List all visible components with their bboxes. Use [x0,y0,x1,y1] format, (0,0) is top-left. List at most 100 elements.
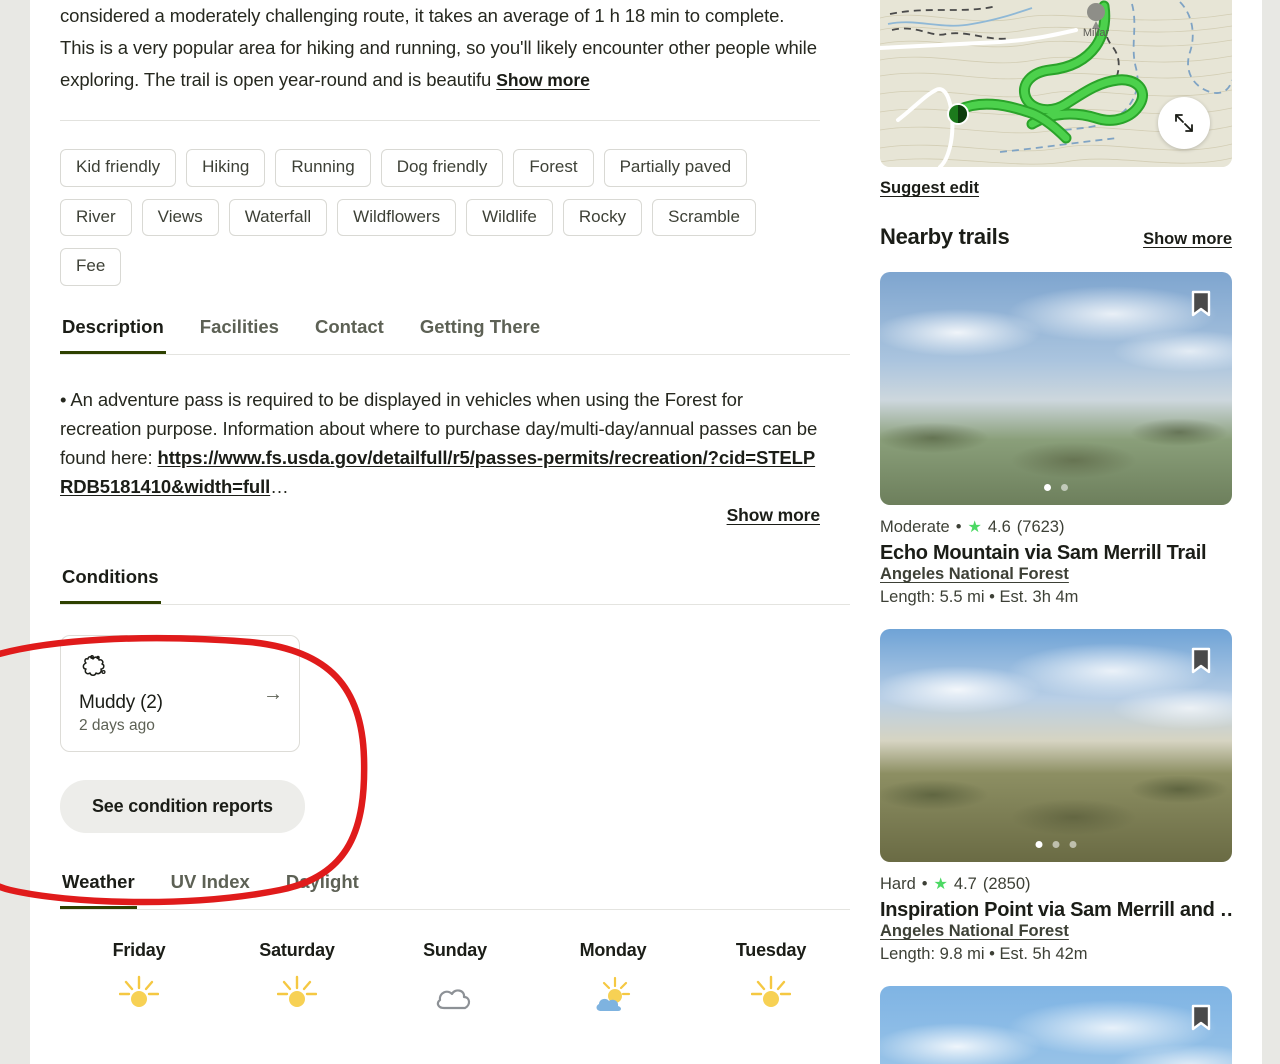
photo-carousel-dots[interactable] [1044,484,1068,491]
description-tab-panel: • An adventure pass is required to be di… [60,385,820,530]
trail-difficulty: Hard [880,875,916,893]
trail-length-time: Length: 5.5 mi • Est. 3h 4m [880,588,1079,606]
partly-cloudy-icon [534,975,692,1015]
trail-map[interactable]: Millar [880,0,1232,167]
weather-day-name: Monday [579,940,647,961]
trail-tag[interactable]: Dog friendly [380,149,504,187]
tab-uv-index[interactable]: UV Index [169,871,252,909]
nearby-trails-title: Nearby trails [880,224,1010,249]
trail-review-count: (2850) [982,875,1031,893]
conditions-tabbar: Conditions [60,566,850,606]
trail-tag[interactable]: Partially paved [603,149,748,187]
expand-arrows-icon[interactable] [1158,97,1210,149]
trail-rating: 4.6 [987,518,1011,536]
weather-day-name: Friday [112,940,166,961]
photo-carousel-dots[interactable] [1035,841,1077,848]
trail-tag[interactable]: Scramble [652,198,756,237]
trail-tag[interactable]: Running [275,149,371,187]
nearby-trail-card[interactable]: Hard • ★ 4.7 (2850) Inspiration Point vi… [880,629,1232,964]
description-footer: Show more [60,501,821,530]
carousel-dot[interactable] [1069,841,1077,848]
weather-day: Sunday [376,940,534,1015]
arrow-right-icon[interactable]: → [263,684,283,704]
weather-forecast-row: Friday Saturday Sunday Monday Tuesday [60,940,850,1015]
see-condition-reports-button[interactable]: See condition reports [60,780,305,834]
trail-tag[interactable]: Hiking [186,149,266,187]
star-icon: ★ [933,875,948,893]
tab-getting-there[interactable]: Getting There [418,316,542,354]
trail-tag[interactable]: Wildlife [466,198,553,237]
cloud-icon [376,975,534,1015]
mud-splatter-icon [79,654,109,680]
tab-facilities[interactable]: Facilities [198,316,281,354]
trail-tag[interactable]: Kid friendly [60,149,177,187]
sun-icon [218,975,376,1015]
description-ellipsis: … [270,476,289,498]
sun-icon [692,975,850,1015]
tab-daylight[interactable]: Daylight [284,871,361,909]
trail-photo[interactable] [880,272,1232,505]
trail-difficulty: Moderate [880,518,950,536]
condition-report-card[interactable]: Muddy (2) 2 days ago → [60,635,300,753]
meta-separator: • [955,518,962,536]
trail-detail-main: considered a moderately challenging rout… [30,0,850,1064]
trail-tag[interactable]: Rocky [562,198,643,237]
bookmark-icon[interactable] [1190,647,1212,675]
weather-day-name: Saturday [259,940,335,961]
section-divider [60,120,820,121]
trail-description-intro: considered a moderately challenging rout… [60,0,820,96]
weather-day: Tuesday [692,940,850,1015]
description-intro-show-more[interactable]: Show more [496,70,590,90]
weather-day: Friday [60,940,218,1015]
suggest-edit-link[interactable]: Suggest edit [880,179,979,198]
trail-park-link[interactable]: Angeles National Forest [880,565,1069,583]
trail-rating: 4.7 [953,875,977,893]
trail-name[interactable]: Inspiration Point via Sam Merrill and … [880,899,1232,922]
nearby-trail-card[interactable] [880,986,1232,1064]
trail-park-link[interactable]: Angeles National Forest [880,922,1069,940]
adventure-pass-link[interactable]: https://www.fs.usda.gov/detailfull/r5/pa… [60,447,815,497]
trail-tag[interactable]: Wildflowers [337,198,457,237]
photo-clouds [880,986,1232,1064]
weather-day: Saturday [218,940,376,1015]
page-root: considered a moderately challenging rout… [0,0,1280,1064]
nearby-trail-card[interactable]: Moderate • ★ 4.6 (7623) Echo Mountain vi… [880,272,1232,607]
trail-tag[interactable]: Fee [60,248,122,287]
tab-conditions[interactable]: Conditions [60,566,161,605]
carousel-dot[interactable] [1035,841,1043,848]
meta-separator: • [921,875,928,893]
trail-photo[interactable] [880,629,1232,862]
tab-weather[interactable]: Weather [60,871,137,910]
description-show-more[interactable]: Show more [727,501,821,530]
weather-day-name: Sunday [423,940,487,961]
trail-meta-row: Moderate • ★ 4.6 (7623) [880,518,1232,537]
weather-tabbar: Weather UV Index Daylight [60,871,850,911]
nearby-trails-show-more[interactable]: Show more [1143,230,1232,249]
star-icon: ★ [967,518,982,536]
condition-timestamp: 2 days ago [79,717,155,735]
trail-name[interactable]: Echo Mountain via Sam Merrill Trail [880,542,1232,565]
trail-tag[interactable]: River [60,198,132,237]
carousel-dot[interactable] [1044,484,1051,491]
trail-tag[interactable]: Views [141,198,219,237]
tab-contact[interactable]: Contact [313,316,386,354]
tab-description[interactable]: Description [60,316,166,355]
weather-day: Monday [534,940,692,1015]
sun-icon [60,975,218,1015]
trail-sidebar: Millar Suggest edit Nearby trails Show m… [880,0,1232,1064]
carousel-dot[interactable] [1052,841,1060,848]
trail-tag-list: Kid friendly Hiking Running Dog friendly… [60,149,820,287]
svg-text:Millar: Millar [1083,27,1110,39]
trail-length-time: Length: 9.8 mi • Est. 5h 42m [880,945,1088,963]
condition-title: Muddy (2) [79,692,163,714]
trail-meta-row: Hard • ★ 4.7 (2850) [880,875,1232,894]
trail-tag[interactable]: Waterfall [228,198,328,237]
bookmark-icon[interactable] [1190,290,1212,318]
info-tabbar: Description Facilities Contact Getting T… [60,316,850,356]
trail-photo[interactable] [880,986,1232,1064]
trail-description-intro-text: considered a moderately challenging rout… [60,5,817,90]
bookmark-icon[interactable] [1190,1004,1212,1032]
carousel-dot[interactable] [1061,484,1068,491]
trail-tag[interactable]: Forest [513,149,594,187]
nearby-trails-header: Nearby trails Show more [880,224,1232,250]
